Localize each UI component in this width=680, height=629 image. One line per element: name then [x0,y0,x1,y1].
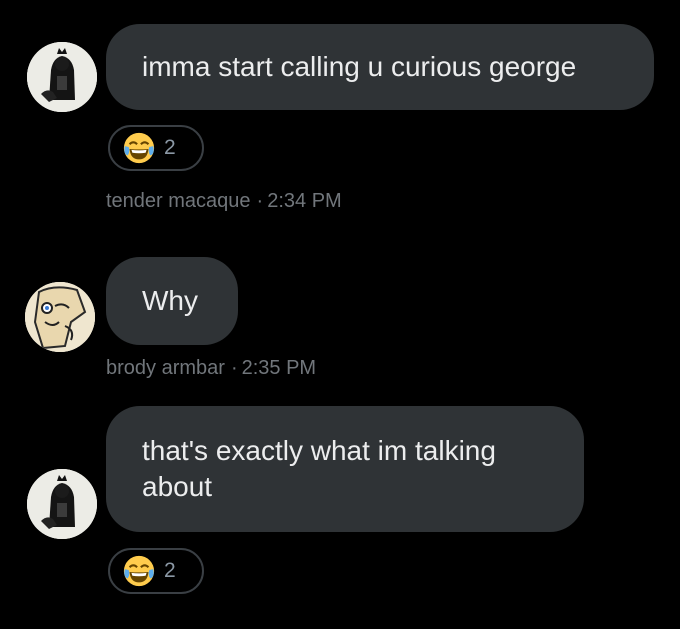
face-with-tears-of-joy-icon [122,131,156,165]
avatar[interactable] [27,469,97,539]
sender-name[interactable]: tender macaque [106,190,251,212]
timestamp: 2:35 PM [241,357,317,379]
reaction-pill[interactable]: 2 [108,548,204,594]
meta-separator: · [256,190,264,212]
message-bubble[interactable]: imma start calling u curious george [106,24,654,110]
message-text: imma start calling u curious george [142,51,577,82]
avatar[interactable] [25,282,95,352]
avatar-image [27,42,97,112]
reaction-count: 2 [164,559,176,582]
sender-name[interactable]: brody armbar [106,357,225,379]
message-text: Why [142,285,198,316]
avatar-image [25,282,95,352]
face-with-tears-of-joy-icon [122,554,156,588]
message-bubble[interactable]: that's exactly what im talking about [106,406,584,532]
message-meta: tender macaque · 2:34 PM [106,190,342,213]
timestamp: 2:34 PM [267,190,342,212]
reaction-count: 2 [164,136,176,159]
message-meta: brody armbar · 2:35 PM [106,357,316,380]
message-bubble[interactable]: Why [106,257,238,345]
avatar[interactable] [27,42,97,112]
avatar-image [27,469,97,539]
message-text: that's exactly what im talking about [142,435,496,502]
meta-separator: · [230,357,238,379]
reaction-pill[interactable]: 2 [108,125,204,171]
